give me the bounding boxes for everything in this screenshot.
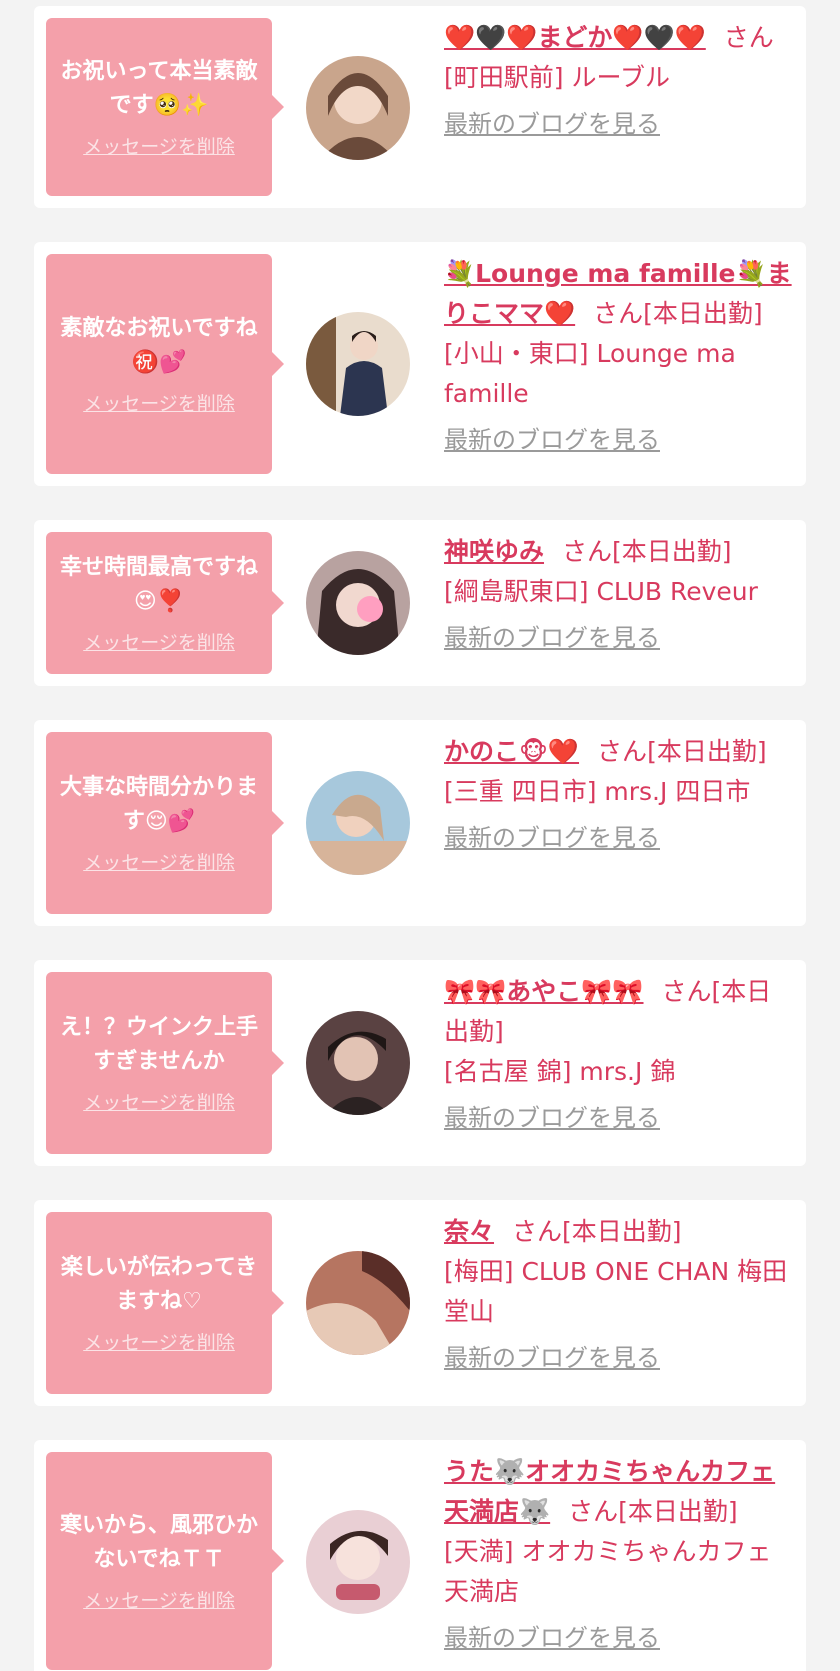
- honorific: さん: [597, 737, 648, 766]
- work-status: [本日出勤]: [643, 299, 763, 328]
- honorific: さん: [512, 1217, 563, 1246]
- message-card: 幸せ時間最高ですね😍❣️ メッセージを削除 神咲ゆみ さん[本日出勤] [綱島駅東…: [34, 520, 806, 686]
- latest-blog-link[interactable]: 最新のブログを見る: [444, 1620, 794, 1656]
- avatar[interactable]: [306, 1510, 410, 1614]
- shop-label: [町田駅前] ルーブル: [444, 63, 670, 92]
- shop-label: [名古屋 錦] mrs.J 錦: [444, 1057, 676, 1086]
- latest-blog-link[interactable]: 最新のブログを見る: [444, 1100, 794, 1136]
- cast-info: 神咲ゆみ さん[本日出勤] [綱島駅東口] CLUB Reveur 最新のブログを…: [444, 532, 794, 656]
- work-status: [本日出勤]: [562, 1217, 682, 1246]
- cast-info: ❤️🖤❤️まどか❤️🖤❤️ さん [町田駅前] ルーブル 最新のブログを見る: [444, 18, 794, 142]
- message-bubble: 楽しいが伝わってきますね♡ メッセージを削除: [46, 1212, 284, 1394]
- latest-blog-link[interactable]: 最新のブログを見る: [444, 1340, 794, 1376]
- message-bubble: 素敵なお祝いですね㊗️💕 メッセージを削除: [46, 254, 284, 474]
- work-status: [本日出勤]: [647, 737, 767, 766]
- delete-message-link[interactable]: メッセージを削除: [83, 631, 235, 655]
- message-card: 寒いから、風邪ひかないでねＴＴ メッセージを削除 うた🐺オオカミちゃんカフェ天満…: [34, 1440, 806, 1671]
- avatar[interactable]: [306, 1011, 410, 1115]
- message-text: 寒いから、風邪ひかないでねＴＴ: [59, 1513, 258, 1572]
- message-bubble: 寒いから、風邪ひかないでねＴＴ メッセージを削除: [46, 1452, 284, 1670]
- delete-message-link[interactable]: メッセージを削除: [83, 1331, 235, 1355]
- honorific: さん: [723, 23, 774, 52]
- latest-blog-link[interactable]: 最新のブログを見る: [444, 106, 794, 142]
- honorific: さん: [593, 299, 644, 328]
- honorific: さん: [562, 537, 613, 566]
- favorite-messages-list: お祝いって本当素敵です🥺✨ メッセージを削除 ❤️🖤❤️まどか❤️🖤❤️ さん […: [0, 0, 840, 1671]
- honorific: さん: [661, 977, 712, 1006]
- message-bubble: 幸せ時間最高ですね😍❣️ メッセージを削除: [46, 532, 284, 674]
- cast-info: 💐Lounge ma famille💐まりこママ❤️ さん[本日出勤] [小山・東…: [444, 254, 794, 458]
- work-status: [本日出勤]: [618, 1497, 738, 1526]
- latest-blog-link[interactable]: 最新のブログを見る: [444, 422, 794, 458]
- avatar[interactable]: [306, 1251, 410, 1355]
- avatar[interactable]: [306, 312, 410, 416]
- message-bubble: 大事な時間分かります😌💕 メッセージを削除: [46, 732, 284, 914]
- message-text: お祝いって本当素敵です🥺✨: [60, 59, 258, 118]
- cast-name-link[interactable]: 🎀🎀あやこ🎀🎀: [444, 977, 644, 1006]
- shop-label: [小山・東口] Lounge ma famille: [444, 339, 736, 408]
- message-card: 大事な時間分かります😌💕 メッセージを削除 かのこ🐵❤️ さん[本日出勤] [三重…: [34, 720, 806, 926]
- shop-label: [梅田] CLUB ONE CHAN 梅田堂山: [444, 1257, 788, 1326]
- message-text: 大事な時間分かります😌💕: [59, 775, 258, 834]
- delete-message-link[interactable]: メッセージを削除: [83, 1589, 235, 1613]
- message-text: 素敵なお祝いですね㊗️💕: [60, 316, 258, 375]
- avatar[interactable]: [306, 56, 410, 160]
- message-text: 楽しいが伝わってきますね♡: [60, 1255, 258, 1314]
- message-text: え！？ウインク上手すぎませんか: [59, 1015, 258, 1074]
- shop-label: [綱島駅東口] CLUB Reveur: [444, 577, 758, 606]
- latest-blog-link[interactable]: 最新のブログを見る: [444, 820, 794, 856]
- delete-message-link[interactable]: メッセージを削除: [83, 851, 235, 875]
- cast-name-link[interactable]: かのこ🐵❤️: [444, 737, 579, 766]
- delete-message-link[interactable]: メッセージを削除: [83, 392, 235, 416]
- cast-info: うた🐺オオカミちゃんカフェ天満店🐺 さん[本日出勤] [天満] オオカミちゃんカフ…: [444, 1452, 794, 1656]
- message-card: 楽しいが伝わってきますね♡ メッセージを削除 奈々 さん[本日出勤] [梅田] C…: [34, 1200, 806, 1406]
- message-card: お祝いって本当素敵です🥺✨ メッセージを削除 ❤️🖤❤️まどか❤️🖤❤️ さん […: [34, 6, 806, 208]
- message-card: 素敵なお祝いですね㊗️💕 メッセージを削除 💐Lounge ma famille…: [34, 242, 806, 486]
- message-text: 幸せ時間最高ですね😍❣️: [59, 555, 258, 614]
- delete-message-link[interactable]: メッセージを削除: [83, 135, 235, 159]
- cast-name-link[interactable]: ❤️🖤❤️まどか❤️🖤❤️: [444, 23, 706, 52]
- message-card: え！？ウインク上手すぎませんか メッセージを削除 🎀🎀あやこ🎀🎀 さん[本日出勤]…: [34, 960, 806, 1166]
- delete-message-link[interactable]: メッセージを削除: [83, 1091, 235, 1115]
- shop-label: [天満] オオカミちゃんカフェ天満店: [444, 1537, 772, 1606]
- latest-blog-link[interactable]: 最新のブログを見る: [444, 620, 794, 656]
- cast-info: 🎀🎀あやこ🎀🎀 さん[本日出勤] [名古屋 錦] mrs.J 錦 最新のブログを見…: [444, 972, 794, 1136]
- avatar[interactable]: [306, 551, 410, 655]
- message-bubble: え！？ウインク上手すぎませんか メッセージを削除: [46, 972, 284, 1154]
- cast-info: 奈々 さん[本日出勤] [梅田] CLUB ONE CHAN 梅田堂山 最新のブロ…: [444, 1212, 794, 1376]
- honorific: さん: [568, 1497, 619, 1526]
- work-status: [本日出勤]: [612, 537, 732, 566]
- cast-name-link[interactable]: 神咲ゆみ: [444, 537, 544, 566]
- avatar[interactable]: [306, 771, 410, 875]
- cast-info: かのこ🐵❤️ さん[本日出勤] [三重 四日市] mrs.J 四日市 最新のブログ…: [444, 732, 794, 856]
- cast-name-link[interactable]: 奈々: [444, 1217, 494, 1246]
- message-bubble: お祝いって本当素敵です🥺✨ メッセージを削除: [46, 18, 284, 196]
- shop-label: [三重 四日市] mrs.J 四日市: [444, 777, 751, 806]
